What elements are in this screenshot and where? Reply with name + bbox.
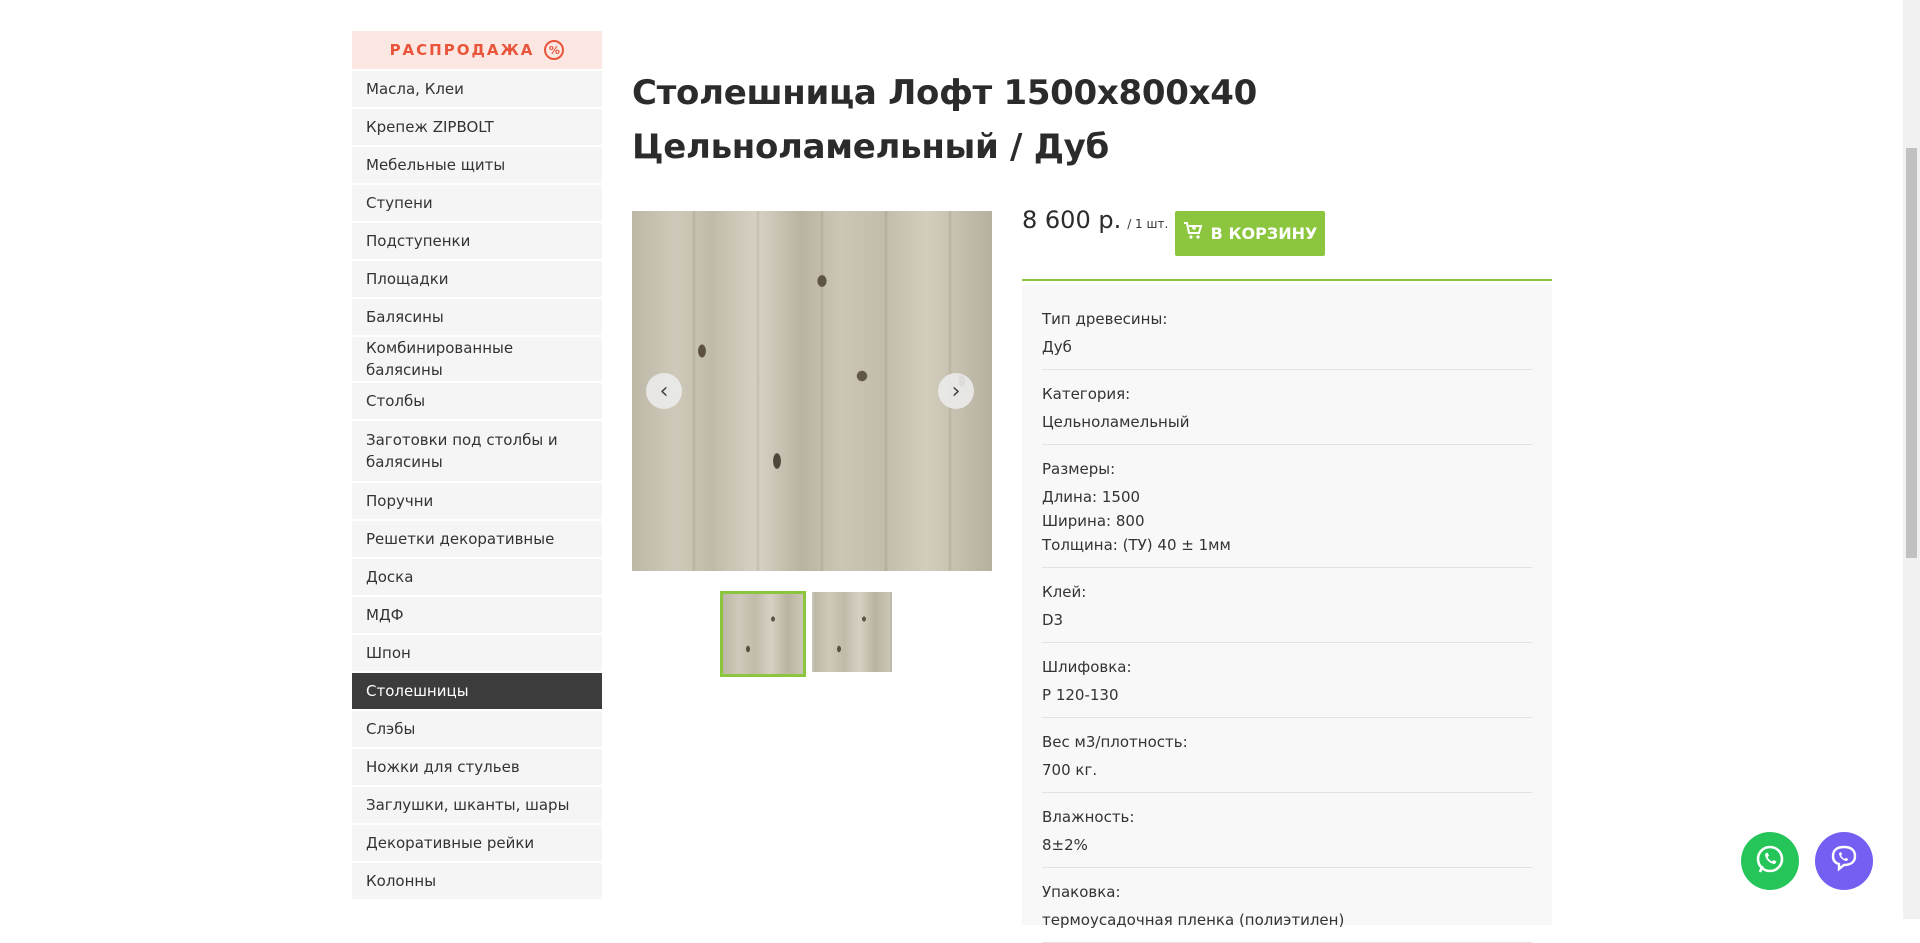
sidebar-item-label: Шпон bbox=[366, 644, 411, 662]
product-gallery: ‹ › bbox=[632, 211, 992, 571]
divider bbox=[1022, 279, 1552, 281]
sidebar-item-label: Заглушки, шканты, шары bbox=[366, 796, 570, 814]
sidebar-item-label: Поручни bbox=[366, 492, 434, 510]
chevron-right-icon: › bbox=[951, 378, 961, 404]
sidebar-item-zipbolt[interactable]: Крепеж ZIPBOLT bbox=[352, 109, 602, 147]
property-row: Размеры: Длина: 1500 Ширина: 800 Толщина… bbox=[1042, 445, 1532, 568]
sidebar-item-landings[interactable]: Площадки bbox=[352, 261, 602, 299]
sidebar-item-oils[interactable]: Масла, Клеи bbox=[352, 71, 602, 109]
sidebar-item-label: Подступенки bbox=[366, 232, 471, 250]
property-label: Шлифовка: bbox=[1042, 658, 1132, 676]
sidebar-item-label: Доска bbox=[366, 568, 414, 586]
cart-icon bbox=[1183, 222, 1203, 245]
sale-label: РАСПРОДАЖА bbox=[389, 41, 535, 59]
property-value: Дуб bbox=[1042, 338, 1072, 356]
sidebar-item-plugs[interactable]: Заглушки, шканты, шары bbox=[352, 787, 602, 825]
percent-icon: % bbox=[544, 40, 565, 60]
sidebar-item-label: Декоративные рейки bbox=[366, 834, 535, 852]
sidebar-item-label: Решетки декоративные bbox=[366, 530, 555, 548]
sidebar-item-label: Масла, Клеи bbox=[366, 80, 464, 98]
sidebar-item-posts[interactable]: Столбы bbox=[352, 383, 602, 421]
sidebar-item-grilles[interactable]: Решетки декоративные bbox=[352, 521, 602, 559]
sidebar-item-label: Ножки для стульев bbox=[366, 758, 520, 776]
sidebar-item-decorative-slats[interactable]: Декоративные рейки bbox=[352, 825, 602, 863]
gallery-prev-button[interactable]: ‹ bbox=[646, 373, 682, 409]
sidebar-item-columns[interactable]: Колонны bbox=[352, 863, 602, 901]
property-value: термоусадочная пленка (полиэтилен) bbox=[1042, 911, 1345, 929]
sidebar-item-risers[interactable]: Подступенки bbox=[352, 223, 602, 261]
sidebar-item-mdf[interactable]: МДФ bbox=[352, 597, 602, 635]
property-value: 700 кг. bbox=[1042, 761, 1098, 779]
sidebar-item-slabs[interactable]: Слэбы bbox=[352, 711, 602, 749]
thumbnail-1[interactable] bbox=[720, 591, 806, 677]
property-row: Влажность: 8±2% bbox=[1042, 793, 1532, 868]
sidebar-item-blanks[interactable]: Заготовки под столбы и балясины bbox=[352, 421, 602, 483]
viber-icon bbox=[1827, 842, 1861, 880]
viber-button[interactable] bbox=[1815, 832, 1873, 890]
scrollbar-thumb[interactable] bbox=[1906, 148, 1917, 558]
sidebar-item-label: Колонны bbox=[366, 872, 437, 890]
property-row: Упаковка: термоусадочная пленка (полиэти… bbox=[1042, 868, 1532, 943]
gallery-thumbnails bbox=[720, 591, 892, 677]
sidebar-item-steps[interactable]: Ступени bbox=[352, 185, 602, 223]
sidebar-item-label: Мебельные щиты bbox=[366, 156, 506, 174]
sale-link[interactable]: РАСПРОДАЖА % bbox=[352, 31, 602, 71]
whatsapp-button[interactable] bbox=[1741, 832, 1799, 890]
sidebar-item-furniture-panels[interactable]: Мебельные щиты bbox=[352, 147, 602, 185]
property-value: 8±2% bbox=[1042, 836, 1088, 854]
price-value: 8 600 р. bbox=[1022, 206, 1122, 234]
sidebar-item-label: Комбинированные балясины bbox=[366, 339, 514, 379]
property-value: Длина: 1500 Ширина: 800 Толщина: (ТУ) 40… bbox=[1042, 488, 1231, 554]
category-sidebar: РАСПРОДАЖА % Масла, Клеи Крепеж ZIPBOLT … bbox=[352, 31, 602, 901]
sidebar-item-label: Ступени bbox=[366, 194, 433, 212]
sidebar-item-label: Заготовки под столбы и балясины bbox=[366, 431, 558, 471]
whatsapp-icon bbox=[1753, 842, 1787, 880]
property-label: Клей: bbox=[1042, 583, 1087, 601]
sidebar-item-boards[interactable]: Доска bbox=[352, 559, 602, 597]
price-unit: / 1 шт. bbox=[1127, 217, 1169, 231]
sidebar-item-handrails[interactable]: Поручни bbox=[352, 483, 602, 521]
sidebar-item-label: Слэбы bbox=[366, 720, 416, 738]
sidebar-item-chair-legs[interactable]: Ножки для стульев bbox=[352, 749, 602, 787]
product-title: Столешница Лофт 1500x800x40 Цельноламель… bbox=[632, 73, 1257, 167]
page-scrollbar[interactable] bbox=[1903, 0, 1920, 919]
sidebar-item-label: Балясины bbox=[366, 308, 444, 326]
sidebar-item-countertops[interactable]: Столешницы bbox=[352, 673, 602, 711]
property-row: Тип древесины: Дуб bbox=[1042, 285, 1532, 370]
property-label: Вес м3/плотность: bbox=[1042, 733, 1188, 751]
property-label: Тип древесины: bbox=[1042, 310, 1168, 328]
sidebar-item-label: Столбы bbox=[366, 392, 426, 410]
property-value: Цельноламельный bbox=[1042, 413, 1190, 431]
property-row: Шлифовка: P 120-130 bbox=[1042, 643, 1532, 718]
sidebar-item-label: Крепеж ZIPBOLT bbox=[366, 118, 494, 136]
gallery-next-button[interactable]: › bbox=[938, 373, 974, 409]
property-row: Клей: D3 bbox=[1042, 568, 1532, 643]
property-label: Влажность: bbox=[1042, 808, 1135, 826]
product-properties: Тип древесины: Дуб Категория: Цельноламе… bbox=[1022, 285, 1552, 943]
sidebar-item-balusters[interactable]: Балясины bbox=[352, 299, 602, 337]
property-row: Вес м3/плотность: 700 кг. bbox=[1042, 718, 1532, 793]
price-block: 8 600 р. / 1 шт. bbox=[1022, 206, 1168, 234]
property-label: Категория: bbox=[1042, 385, 1131, 403]
property-row: Категория: Цельноламельный bbox=[1042, 370, 1532, 445]
property-value: P 120-130 bbox=[1042, 686, 1119, 704]
sidebar-item-combined-balusters[interactable]: Комбинированные балясины bbox=[352, 337, 602, 383]
sidebar-item-label: Столешницы bbox=[366, 682, 469, 700]
add-to-cart-label: В КОРЗИНУ bbox=[1210, 224, 1318, 243]
thumbnail-2[interactable] bbox=[812, 592, 892, 672]
property-label: Размеры: bbox=[1042, 460, 1116, 478]
property-label: Упаковка: bbox=[1042, 883, 1121, 901]
chevron-left-icon: ‹ bbox=[659, 378, 669, 404]
add-to-cart-button[interactable]: В КОРЗИНУ bbox=[1175, 211, 1325, 256]
sidebar-item-label: МДФ bbox=[366, 606, 404, 624]
property-value: D3 bbox=[1042, 611, 1064, 629]
sidebar-item-label: Площадки bbox=[366, 270, 449, 288]
sidebar-item-veneer[interactable]: Шпон bbox=[352, 635, 602, 673]
